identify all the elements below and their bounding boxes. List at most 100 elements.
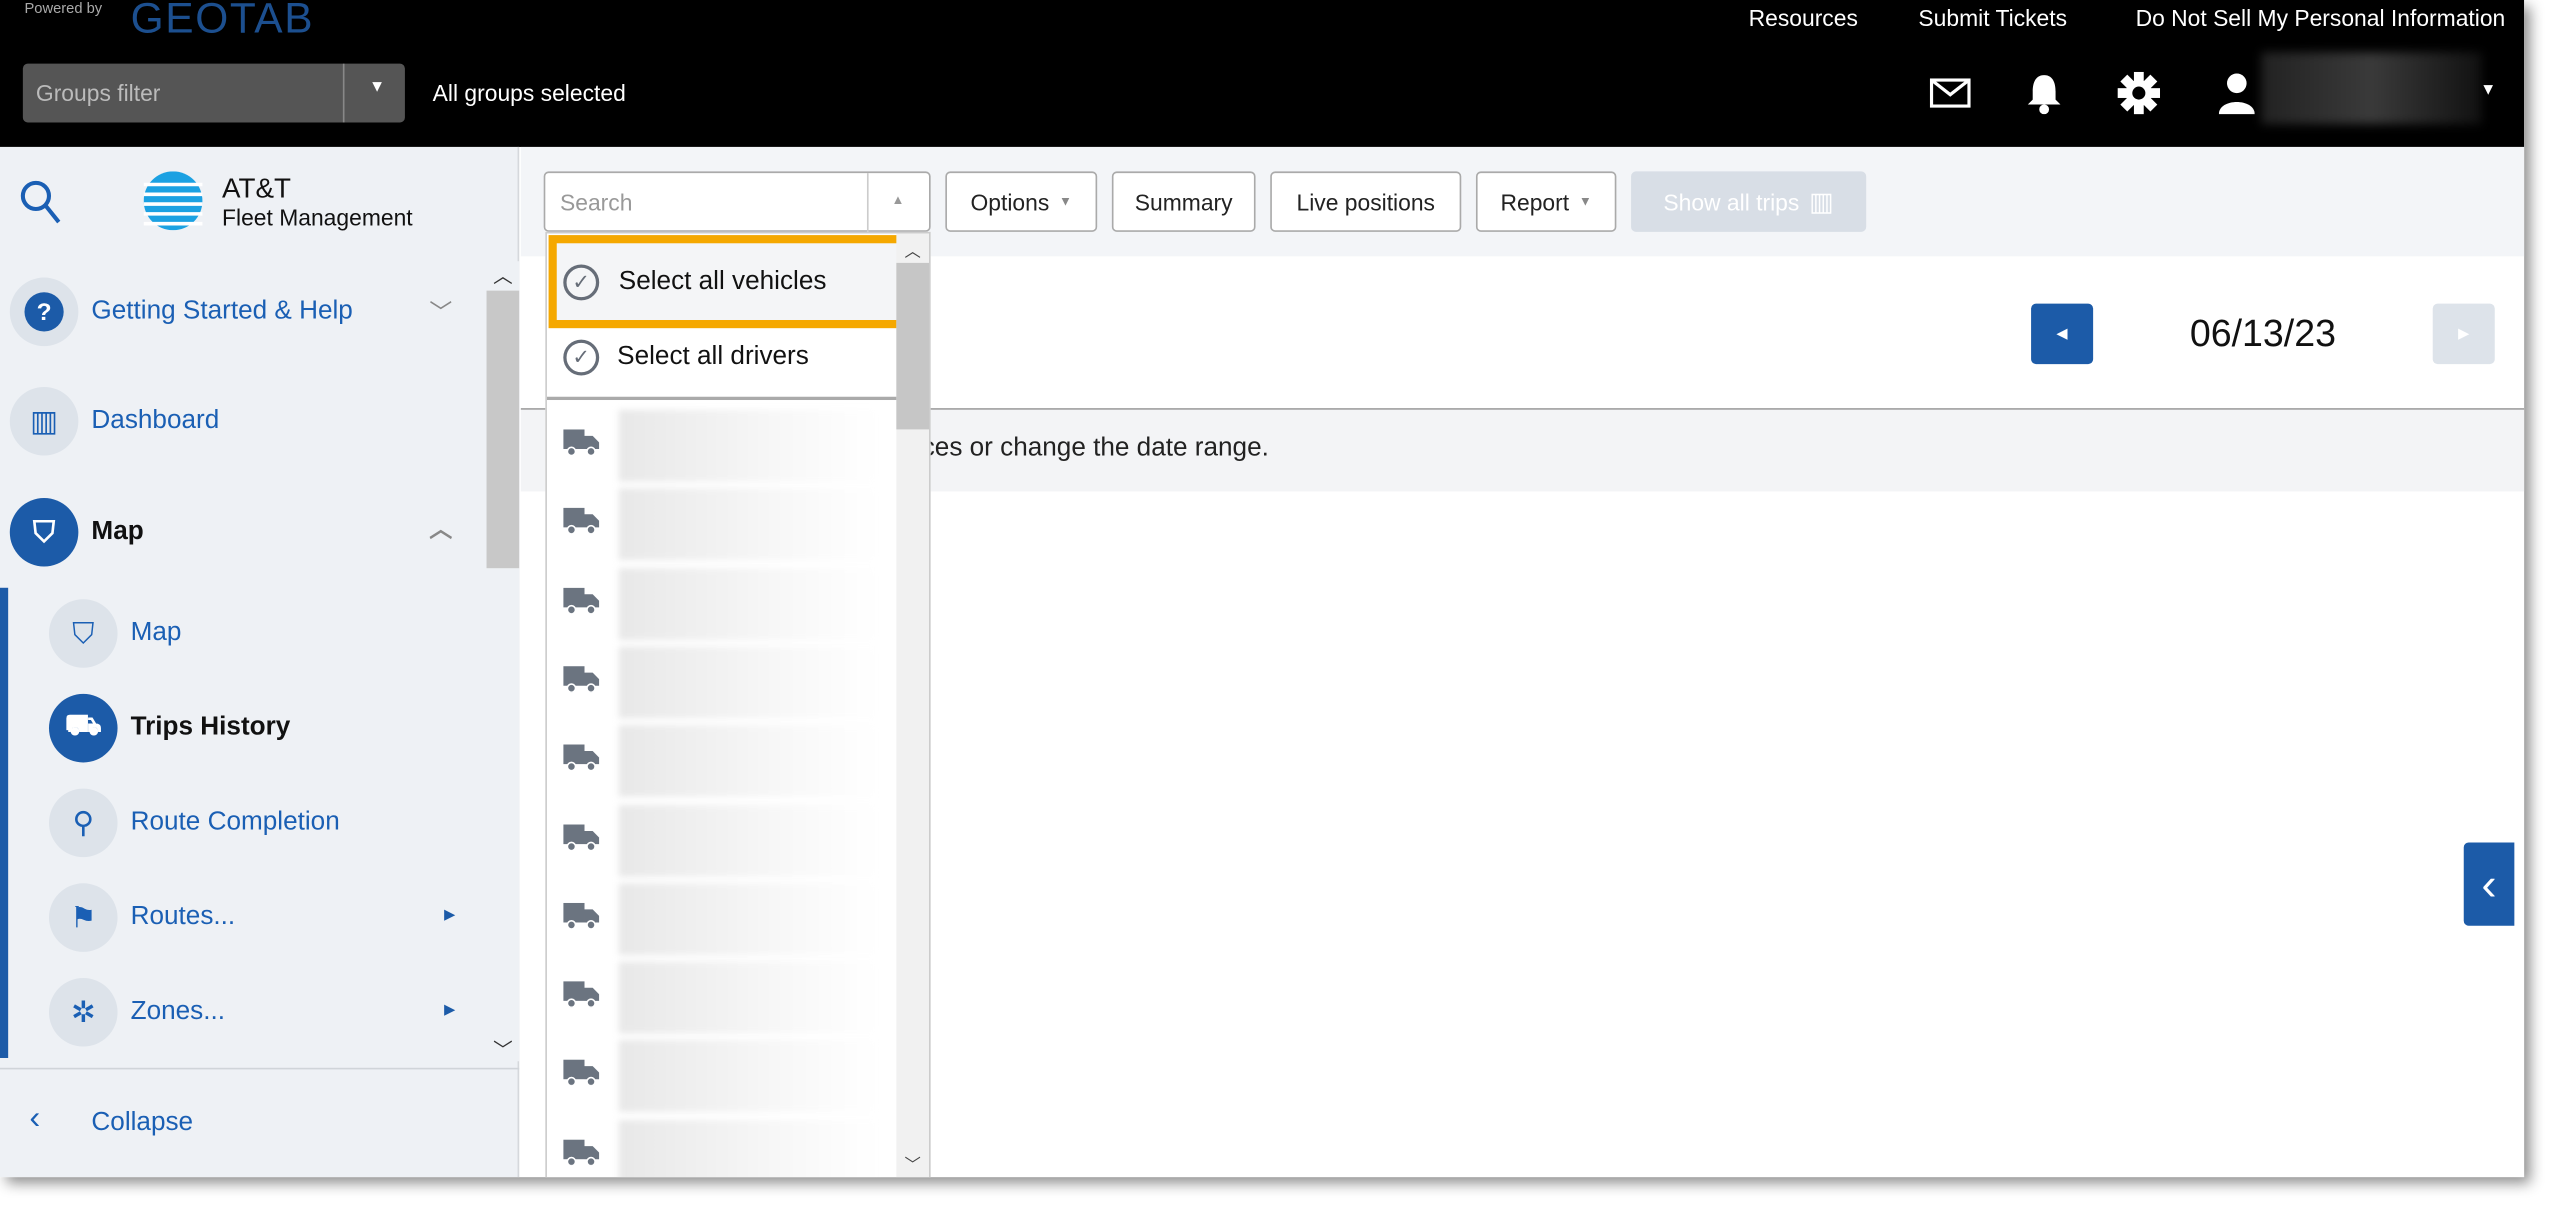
chevron-down-icon[interactable]: ﹀	[429, 296, 452, 329]
vehicle-list-item[interactable]	[547, 1034, 898, 1113]
sidebar-item-map[interactable]: ⛉ Map ︿	[0, 490, 487, 575]
caret-down-icon[interactable]: ▼	[2480, 82, 2496, 100]
vehicle-name-blurred	[618, 882, 877, 955]
vehicle-name-blurred	[618, 725, 877, 798]
sidebar-subitem-trips-history[interactable]: ⛟ Trips History	[0, 686, 487, 771]
divider	[866, 173, 869, 234]
sidebar-item-dashboard[interactable]: ▥ Dashboard	[0, 379, 487, 464]
vehicle-list-item[interactable]	[547, 1113, 898, 1178]
truck-icon	[563, 902, 600, 929]
live-positions-button[interactable]: Live positions	[1270, 171, 1462, 232]
sidebar-subitem-route-completion[interactable]: ⚲ Route Completion	[0, 780, 487, 865]
map-icon: ⛉	[48, 599, 118, 668]
search-icon[interactable]	[20, 180, 62, 226]
vehicle-name-blurred	[618, 646, 877, 719]
expand-panel-button[interactable]: ‹	[2463, 842, 2515, 926]
sidebar-subitem-map[interactable]: ⛉ Map	[0, 591, 487, 676]
show-all-trips-button[interactable]: Show all trips ▥	[1631, 171, 1867, 232]
mail-icon[interactable]	[1929, 78, 1971, 108]
no-trips-message: ices or change the date range.	[915, 434, 1269, 463]
vehicle-list-item[interactable]	[547, 403, 898, 482]
powered-by: Powered by	[24, 0, 103, 17]
user-name-blurred[interactable]	[2261, 52, 2482, 125]
summary-button[interactable]: Summary	[1111, 171, 1256, 232]
sidebar-item-label: Dashboard	[91, 406, 220, 435]
date-display[interactable]: 06/13/23	[2123, 312, 2404, 356]
check-circle-icon: ✓	[563, 264, 600, 301]
sidebar-item-label: Trips History	[130, 713, 291, 742]
resources-link[interactable]: Resources	[1749, 5, 1858, 31]
scroll-up-icon[interactable]: ︿	[905, 237, 921, 261]
sidebar-scrollbar[interactable]: ︿ ﹀	[486, 261, 520, 1063]
vehicle-list-item[interactable]	[547, 640, 898, 719]
report-button[interactable]: Report ▼	[1475, 171, 1617, 232]
sidebar-item-label: Map	[91, 517, 144, 546]
vehicle-list-item[interactable]	[547, 482, 898, 561]
vehicle-search[interactable]: Search ▲	[543, 171, 931, 234]
summary-label: Summary	[1134, 188, 1233, 215]
dashboard-icon: ▥	[9, 386, 79, 456]
sidebar-subitem-routes[interactable]: ⚑ Routes... ▶	[0, 875, 487, 960]
collapse-button[interactable]: ‹ Collapse	[0, 1091, 490, 1156]
select-all-drivers-option[interactable]: ✓ Select all drivers	[547, 328, 898, 397]
scroll-down-icon[interactable]: ﹀	[493, 1035, 513, 1063]
routes-icon: ⚑	[48, 883, 118, 952]
sidebar-subitem-zones[interactable]: ✲ Zones... ▶	[0, 970, 487, 1055]
sidebar-item-label: Route Completion	[130, 808, 340, 836]
bell-icon[interactable]	[2026, 72, 2062, 115]
option-label: Select all vehicles	[618, 267, 827, 296]
truck-icon	[563, 823, 600, 850]
caret-down-icon[interactable]: ▼	[369, 78, 385, 96]
groups-status: All groups selected	[432, 80, 626, 107]
do-not-sell-link[interactable]: Do Not Sell My Personal Information	[2136, 5, 2506, 31]
option-label: Select all drivers	[617, 342, 809, 371]
sidebar-item-getting-started[interactable]: ? Getting Started & Help ﹀	[0, 269, 487, 354]
truck-icon	[563, 508, 600, 535]
sidebar-item-label: Routes...	[130, 902, 236, 931]
vehicle-list-item[interactable]	[547, 561, 898, 640]
vehicle-dropdown: ✓ Select all vehicles ✓ Select all drive…	[545, 231, 931, 1178]
truck-icon	[563, 587, 600, 614]
select-all-vehicles-option[interactable]: ✓ Select all vehicles	[548, 235, 908, 329]
scroll-down-icon[interactable]: ﹀	[905, 1151, 921, 1176]
report-label: Report	[1500, 188, 1570, 215]
truck-icon	[563, 429, 600, 456]
collapse-label: Collapse	[91, 1108, 194, 1137]
user-icon[interactable]	[2218, 72, 2255, 115]
caret-down-icon: ▼	[1059, 194, 1072, 209]
gear-icon[interactable]	[2117, 71, 2161, 115]
divider	[0, 1067, 520, 1070]
chevron-up-icon[interactable]: ︿	[429, 513, 452, 546]
show-all-trips-label: Show all trips	[1663, 188, 1800, 215]
sidebar-item-label: Map	[130, 618, 182, 647]
scrollbar-thumb[interactable]	[896, 262, 930, 430]
map-icon: ⛉	[9, 497, 79, 567]
options-button[interactable]: Options ▼	[945, 171, 1098, 232]
live-positions-label: Live positions	[1296, 188, 1435, 215]
sidebar-item-label: Getting Started & Help	[91, 297, 353, 325]
options-label: Options	[970, 188, 1050, 215]
vehicle-name-blurred	[618, 804, 877, 876]
vehicle-list-item[interactable]	[547, 719, 898, 798]
caret-up-icon[interactable]: ▲	[891, 193, 904, 208]
submit-tickets-link[interactable]: Submit Tickets	[1918, 5, 2067, 31]
dropdown-scrollbar[interactable]: ︿ ﹀	[896, 233, 930, 1178]
previous-date-button[interactable]: ◀	[2031, 303, 2094, 365]
sidebar-item-label: Zones...	[130, 997, 226, 1026]
arrow-left-icon: ◀	[2056, 324, 2068, 342]
vehicle-list-item[interactable]	[547, 798, 898, 876]
logo-att: AT&T	[222, 173, 291, 205]
groups-filter-input[interactable]: Groups filter	[36, 80, 160, 106]
arrow-right-icon: ▶	[2458, 324, 2470, 342]
scroll-up-icon[interactable]: ︿	[493, 261, 513, 289]
vehicle-list-item[interactable]	[547, 955, 898, 1034]
scrollbar-thumb[interactable]	[486, 290, 520, 569]
trips-history-icon: ⛟	[48, 693, 118, 763]
groups-filter[interactable]: Groups filter ▼	[22, 63, 405, 123]
next-date-button[interactable]: ▶	[2432, 303, 2495, 365]
vehicle-name-blurred	[618, 961, 877, 1034]
divider	[546, 396, 898, 401]
vehicle-list-item[interactable]	[547, 876, 898, 955]
route-completion-icon: ⚲	[48, 788, 118, 858]
search-input[interactable]: Search	[560, 189, 632, 215]
